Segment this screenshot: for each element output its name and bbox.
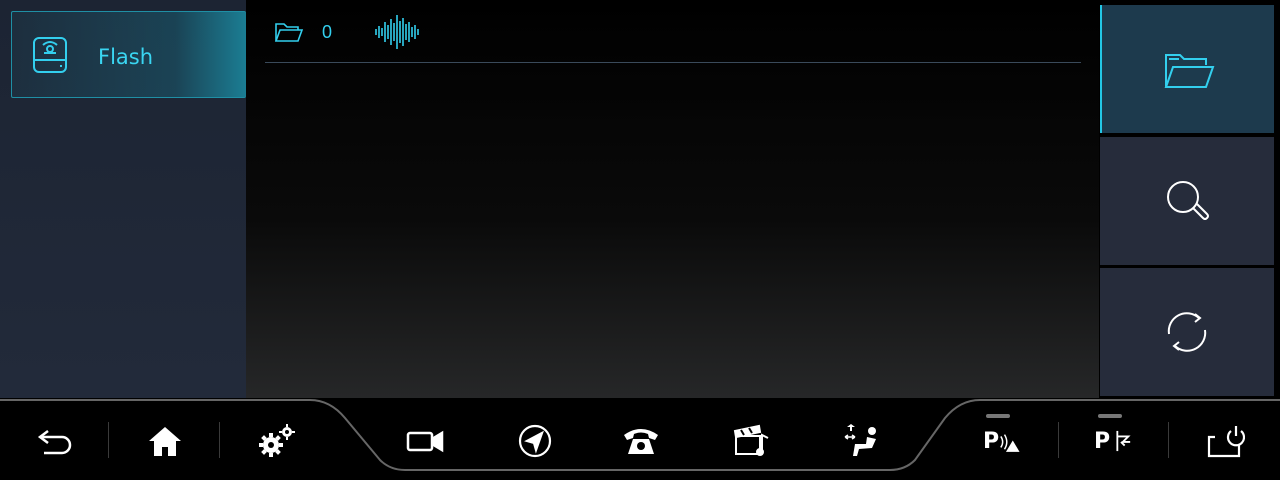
park-sensor-button[interactable]: P [977,418,1027,464]
info-bar-divider [265,62,1081,63]
park-assist-icon [1116,430,1131,452]
back-button[interactable] [24,418,84,464]
browse-folder-button[interactable] [1100,5,1274,133]
navigation-icon [518,424,552,458]
power-button[interactable] [1195,418,1255,464]
gears-icon [259,424,295,457]
info-bar: 0 [246,0,1099,64]
clapper-music-icon [733,424,769,456]
source-item-label: Flash [98,45,154,69]
media-button[interactable] [722,418,782,464]
source-sidebar: Flash [0,0,246,398]
usb-drive-icon [33,37,67,73]
park-assist-button[interactable]: P [1088,418,1138,464]
file-list-area: 0 [246,0,1099,398]
park-sensor-label: P [982,428,1000,454]
video-camera-icon [406,430,444,453]
bottom-navigation-bar: P P [0,398,1280,480]
park-assist-label: P [1093,428,1111,454]
file-count: 0 [322,22,333,42]
search-button[interactable] [1100,137,1274,265]
settings-button[interactable] [247,418,307,464]
home-button[interactable] [135,418,195,464]
search-icon [1167,181,1209,220]
phone-button[interactable] [611,418,671,464]
sound-wave-icon [375,15,419,49]
separator [1168,422,1169,458]
power-off-icon [1207,426,1245,458]
seat-adjust-icon [844,424,876,456]
back-arrow-icon [37,430,72,455]
refresh-icon [1167,312,1207,352]
refresh-button[interactable] [1100,268,1274,396]
phone-icon [624,429,658,454]
navigation-button[interactable] [505,418,565,464]
camera-button[interactable] [395,418,455,464]
right-action-panel [1099,0,1280,398]
home-icon [149,427,181,456]
separator [1058,422,1059,458]
separator [108,422,109,458]
seat-button[interactable] [833,418,893,464]
parking-sensor-icon [1000,434,1020,452]
separator [219,422,220,458]
source-item-flash[interactable]: Flash [11,11,246,98]
folder-icon [274,23,304,42]
folder-open-icon [1164,54,1215,88]
